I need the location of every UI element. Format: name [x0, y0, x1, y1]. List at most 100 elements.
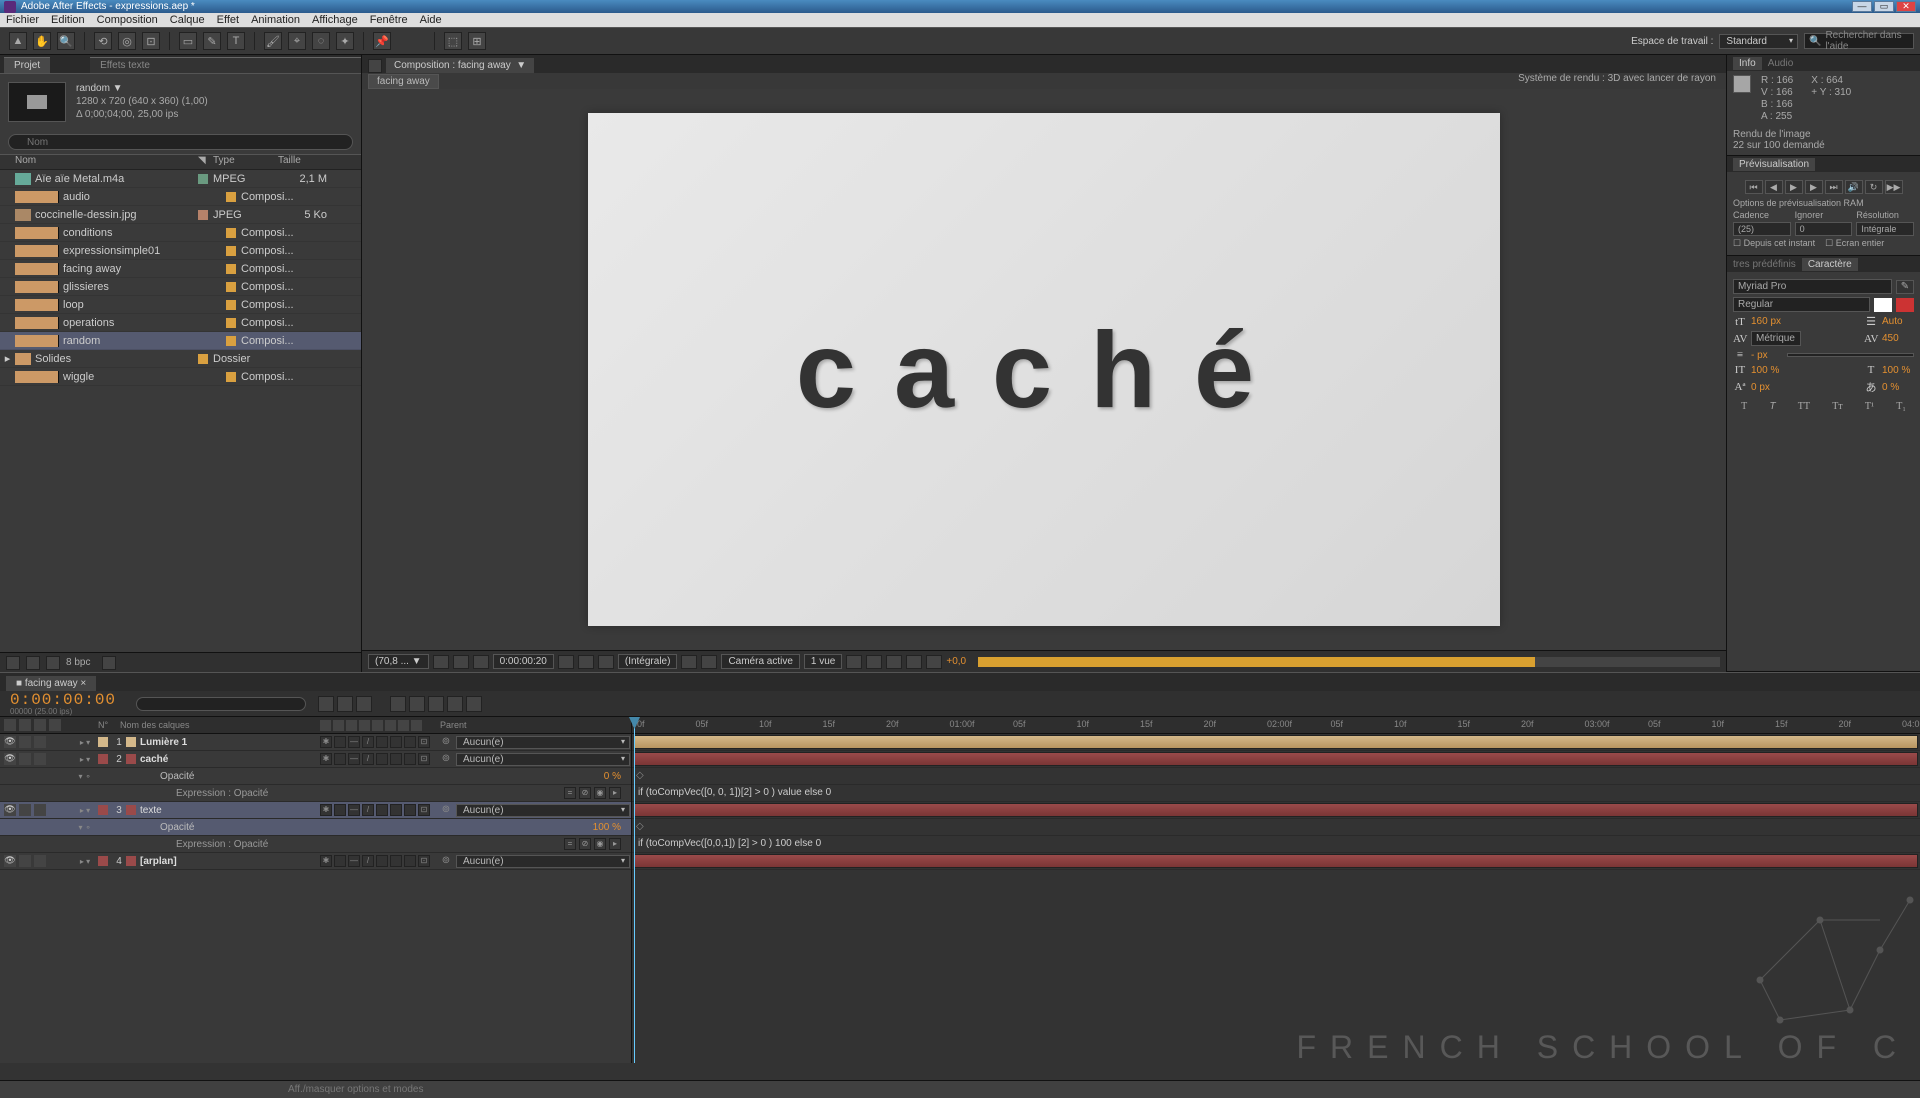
preview-time[interactable]: 0:00:00:20	[493, 654, 554, 669]
baseline-input[interactable]: 0 px	[1751, 382, 1783, 393]
track-row[interactable]: ◇	[632, 768, 1920, 785]
close-button[interactable]: ✕	[1896, 1, 1916, 12]
zoom-tool-icon[interactable]: 🔍	[57, 32, 75, 50]
allcaps-toggle[interactable]: TT	[1798, 401, 1810, 412]
zoom-dropdown[interactable]: (70,8 ... ▼	[368, 654, 429, 669]
stroke-width-input[interactable]: - px	[1751, 350, 1783, 361]
tab-effets-texte[interactable]: Effets texte	[90, 57, 361, 73]
track-row[interactable]	[632, 751, 1920, 768]
rotate-tool-icon[interactable]: ⟲	[94, 32, 112, 50]
font-size-input[interactable]: 160 px	[1751, 316, 1783, 327]
tab-composition[interactable]: Composition : facing away ▼	[386, 58, 534, 73]
layer-row[interactable]: 👁 ▸ ▾ 2 caché ✱—/⊡ ⊚Aucun(e)	[0, 751, 631, 768]
project-row[interactable]: audio Composi...	[0, 188, 361, 206]
resolution-ram-dropdown[interactable]: Intégrale	[1856, 222, 1914, 236]
playhead[interactable]	[634, 717, 635, 1063]
trash-icon[interactable]	[102, 656, 116, 670]
font-style-dropdown[interactable]: Regular	[1733, 297, 1870, 312]
transparency-icon[interactable]	[453, 655, 469, 669]
reset-exposure-icon[interactable]	[926, 655, 942, 669]
audio-col-icon[interactable]	[19, 719, 31, 731]
minimize-button[interactable]: —	[1852, 1, 1872, 12]
menu-animation[interactable]: Animation	[251, 14, 300, 26]
layer-row[interactable]: ▾ ⚬ Opacité0 %	[0, 768, 631, 785]
timeline-icon[interactable]	[886, 655, 902, 669]
stroke-over-dropdown[interactable]	[1787, 353, 1914, 357]
menu-aide[interactable]: Aide	[420, 14, 442, 26]
help-search-input[interactable]: 🔍Rechercher dans l'aide	[1804, 33, 1914, 49]
tab-projet[interactable]: Projet	[4, 57, 50, 73]
cadence-dropdown[interactable]: (25)	[1733, 222, 1791, 236]
lock-col-icon[interactable]	[49, 719, 61, 731]
puppet-tool-icon[interactable]: 📌	[373, 32, 391, 50]
mute-button[interactable]: 🔊	[1845, 180, 1863, 194]
font-family-dropdown[interactable]: Myriad Pro	[1733, 279, 1892, 294]
pen-tool-icon[interactable]: ✎	[203, 32, 221, 50]
track-row[interactable]	[632, 734, 1920, 751]
layer-row[interactable]: ▾ ⚬ Opacité100 %	[0, 819, 631, 836]
tab-previsualisation[interactable]: Prévisualisation	[1733, 158, 1815, 171]
leading-input[interactable]: Auto	[1882, 316, 1914, 327]
auto-keyframe-icon[interactable]	[447, 696, 463, 712]
roto-tool-icon[interactable]: ✦	[336, 32, 354, 50]
layer-row[interactable]: Expression : Opacité =⊘◉▸	[0, 836, 631, 853]
menu-fenetre[interactable]: Fenêtre	[370, 14, 408, 26]
solo-col-icon[interactable]	[34, 719, 46, 731]
project-row[interactable]: wiggle Composi...	[0, 368, 361, 386]
eraser-tool-icon[interactable]: ◌	[312, 32, 330, 50]
track-row[interactable]	[632, 853, 1920, 870]
hide-shy-icon[interactable]	[356, 696, 372, 712]
snap-icon[interactable]: ⬚	[444, 32, 462, 50]
project-list[interactable]: Aïe aïe Metal.m4a MPEG 2,1 M audio Compo…	[0, 170, 361, 652]
menu-affichage[interactable]: Affichage	[312, 14, 358, 26]
stroke-color-swatch[interactable]	[1896, 298, 1914, 312]
skip-dropdown[interactable]: 0	[1795, 222, 1853, 236]
track-row[interactable]: if (toCompVec([0,0,1]) [2] > 0 ) 100 els…	[632, 836, 1920, 853]
subscript-toggle[interactable]: T₁	[1896, 401, 1906, 412]
bpc-label[interactable]: 8 bpc	[66, 657, 90, 668]
timeline-search-input[interactable]	[136, 697, 306, 711]
flowchart-icon[interactable]	[906, 655, 922, 669]
project-search-input[interactable]	[8, 134, 353, 150]
next-frame-button[interactable]: ▶	[1805, 180, 1823, 194]
menu-effet[interactable]: Effet	[217, 14, 239, 26]
eyedropper-icon[interactable]: ✎	[1896, 280, 1914, 294]
views-dropdown[interactable]: 1 vue	[804, 654, 842, 669]
snapshot-icon[interactable]	[558, 655, 574, 669]
project-row[interactable]: glissieres Composi...	[0, 278, 361, 296]
from-current-checkbox[interactable]: ☐ Depuis cet instant	[1733, 238, 1815, 249]
fill-color-swatch[interactable]	[1874, 298, 1892, 312]
play-button[interactable]: ▶	[1785, 180, 1803, 194]
menu-composition[interactable]: Composition	[97, 14, 158, 26]
hscale-input[interactable]: 100 %	[1882, 365, 1914, 376]
resolution-icon[interactable]	[433, 655, 449, 669]
menu-edition[interactable]: Edition	[51, 14, 85, 26]
frame-blend-icon[interactable]	[390, 696, 406, 712]
roi-icon[interactable]	[681, 655, 697, 669]
snap2-icon[interactable]: ⊞	[468, 32, 486, 50]
grid-icon[interactable]	[701, 655, 717, 669]
tab-timeline-comp[interactable]: ■ facing away ×	[6, 676, 96, 691]
brush-tool-icon[interactable]: 🖌	[264, 32, 282, 50]
track-row[interactable]: if (toCompVec([0, 0, 1])[2] > 0 ) value …	[632, 785, 1920, 802]
exposure-value[interactable]: +0,0	[946, 656, 966, 667]
color-mgmt-icon[interactable]	[598, 655, 614, 669]
layer-row[interactable]: 👁 ▸ ▾ 1 Lumière 1 ✱—/⊡ ⊚Aucun(e)	[0, 734, 631, 751]
tab-info[interactable]: Info	[1733, 57, 1762, 70]
superscript-toggle[interactable]: T¹	[1865, 401, 1874, 412]
lock-icon[interactable]	[368, 59, 382, 73]
bold-toggle[interactable]: T	[1741, 401, 1747, 412]
kerning-dropdown[interactable]: Métrique	[1751, 331, 1801, 346]
layer-row[interactable]: 👁 ▸ ▾ 4 [arplan] ✱—/⊡ ⊚Aucun(e)	[0, 853, 631, 870]
tab-presets[interactable]: tres prédéfinis	[1733, 259, 1796, 270]
mask-icon[interactable]	[473, 655, 489, 669]
tab-caractere[interactable]: Caractère	[1802, 258, 1858, 271]
ram-preview-button[interactable]: ▶▶	[1885, 180, 1903, 194]
tab-audio[interactable]: Audio	[1768, 58, 1794, 69]
menu-calque[interactable]: Calque	[170, 14, 205, 26]
rect-tool-icon[interactable]: ▭	[179, 32, 197, 50]
pan-behind-tool-icon[interactable]: ⊡	[142, 32, 160, 50]
workspace-dropdown[interactable]: Standard	[1719, 34, 1798, 49]
video-col-icon[interactable]	[4, 719, 16, 731]
brainstorm-icon[interactable]	[428, 696, 444, 712]
